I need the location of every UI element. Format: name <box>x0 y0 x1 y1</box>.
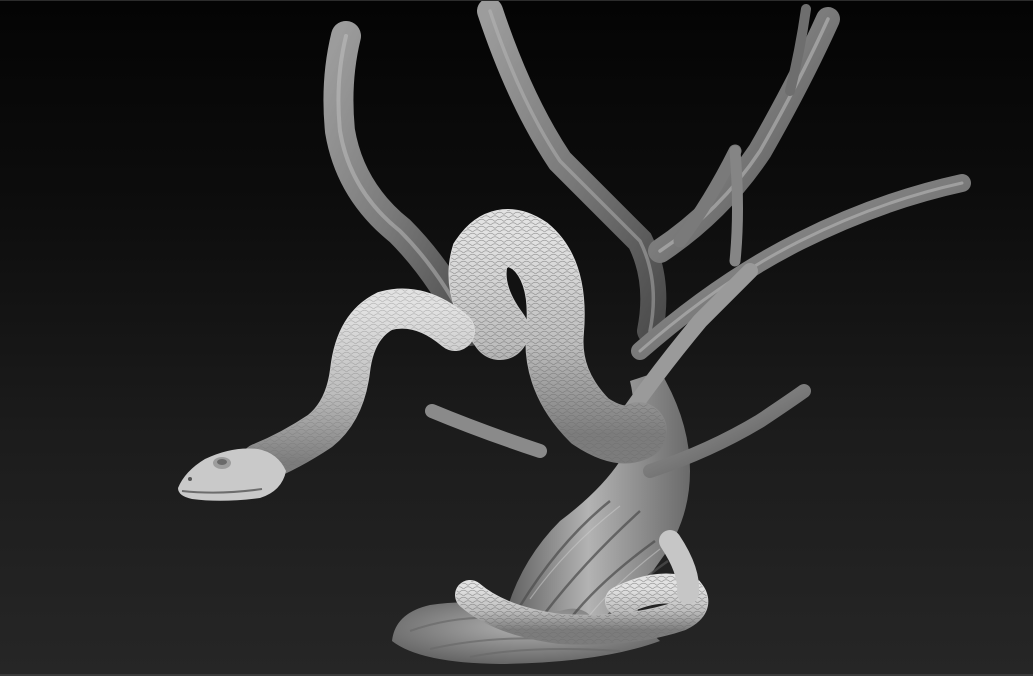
sculpt-viewport-canvas[interactable] <box>0 0 1033 676</box>
sculpt-model-render <box>178 1 971 664</box>
snake-nostril <box>188 477 192 481</box>
snake-head <box>178 448 286 501</box>
